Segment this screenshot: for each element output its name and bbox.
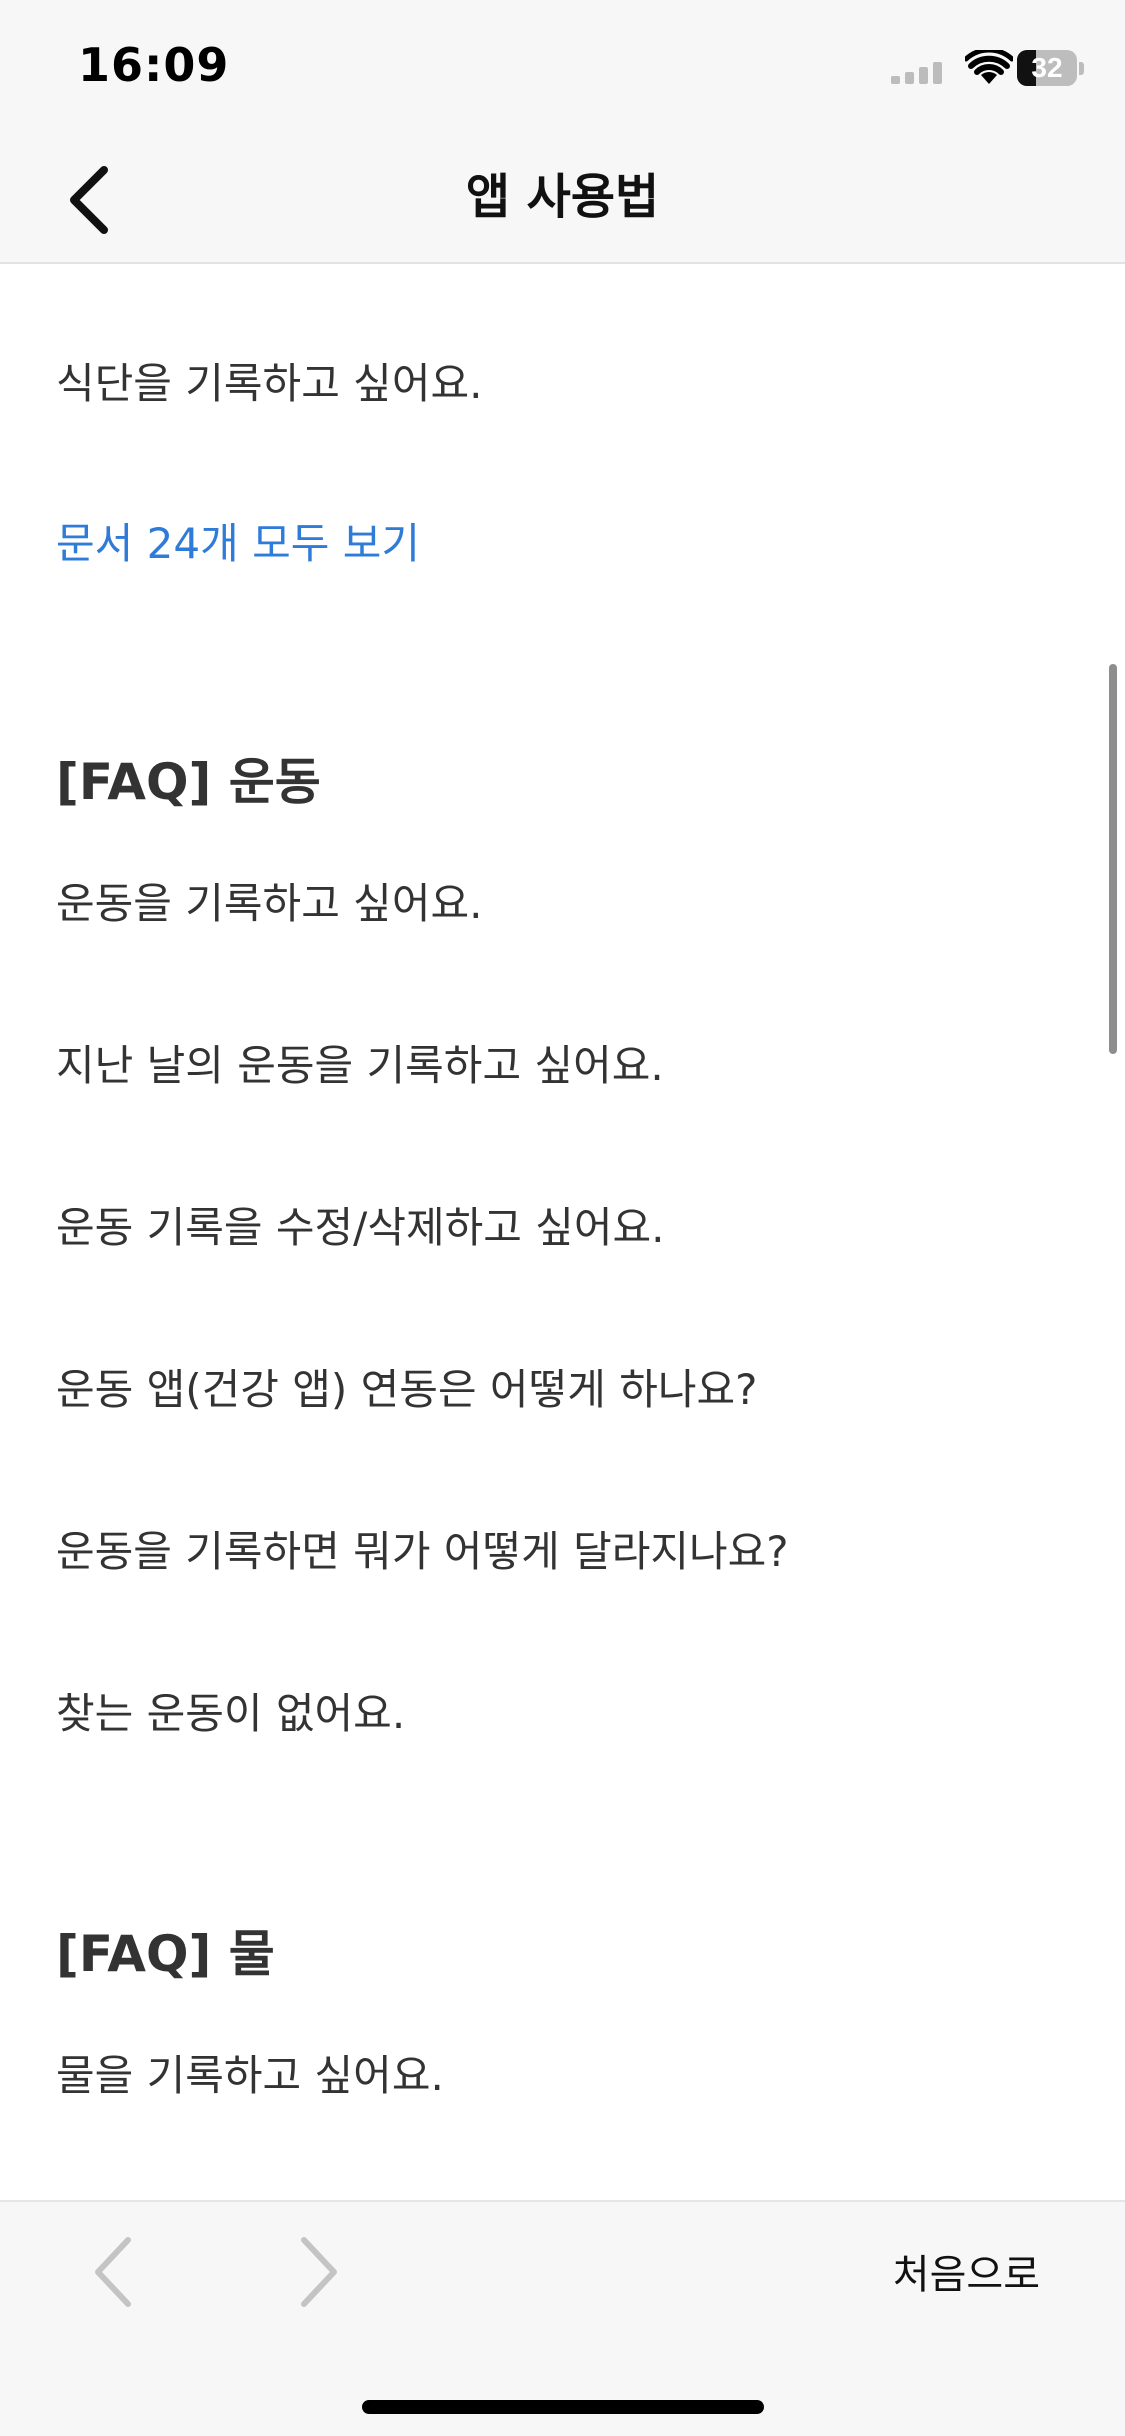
status-bar: 16:09 32 [0, 0, 1125, 132]
faq-item[interactable]: 운동을 기록하면 뭐가 어떻게 달라지나요? [56, 1518, 789, 1579]
faq-item[interactable]: 운동 기록을 수정/삭제하고 싶어요. [56, 1194, 665, 1255]
help-content[interactable]: 식단을 기록하고 싶어요. 문서 24개 모두 보기 [FAQ] 운동 운동을 … [0, 264, 1125, 2200]
battery-level: 32 [1031, 52, 1063, 83]
back-nav-button[interactable] [86, 2232, 146, 2312]
forward-nav-button[interactable] [286, 2232, 346, 2312]
chevron-left-icon [95, 2237, 131, 2307]
page-title: 앱 사용법 [465, 169, 660, 225]
cellular-signal-icon [891, 62, 942, 84]
battery-cap [1079, 62, 1084, 75]
nav-bar: 앱 사용법 [0, 132, 1125, 264]
section-heading-water: [FAQ] 물 [56, 1925, 275, 1983]
go-to-start-button[interactable]: 처음으로 [893, 2242, 1040, 2300]
faq-item-diet-record[interactable]: 식단을 기록하고 싶어요. [56, 350, 482, 411]
view-all-link[interactable]: 문서 24개 모두 보기 [56, 510, 420, 571]
section-heading-exercise: [FAQ] 운동 [56, 753, 321, 811]
chevron-right-icon [301, 2237, 337, 2307]
faq-item[interactable]: 찾는 운동이 없어요. [56, 1680, 405, 1741]
home-indicator[interactable] [362, 2400, 764, 2414]
back-button[interactable] [54, 160, 134, 240]
status-time: 16:09 [78, 38, 230, 92]
battery-icon: 32 [1017, 50, 1084, 88]
chevron-left-icon [70, 166, 108, 234]
scrollbar[interactable] [1109, 664, 1117, 1054]
bottom-toolbar: 처음으로 [0, 2200, 1125, 2436]
faq-item[interactable]: 지난 날의 운동을 기록하고 싶어요. [56, 1032, 664, 1093]
wifi-icon [965, 50, 1013, 84]
faq-item[interactable]: 물을 기록하고 싶어요. [56, 2042, 444, 2103]
battery-body: 32 [1017, 50, 1077, 86]
faq-item[interactable]: 운동을 기록하고 싶어요. [56, 870, 482, 931]
faq-item[interactable]: 운동 앱(건강 앱) 연동은 어떻게 하나요? [56, 1356, 757, 1417]
